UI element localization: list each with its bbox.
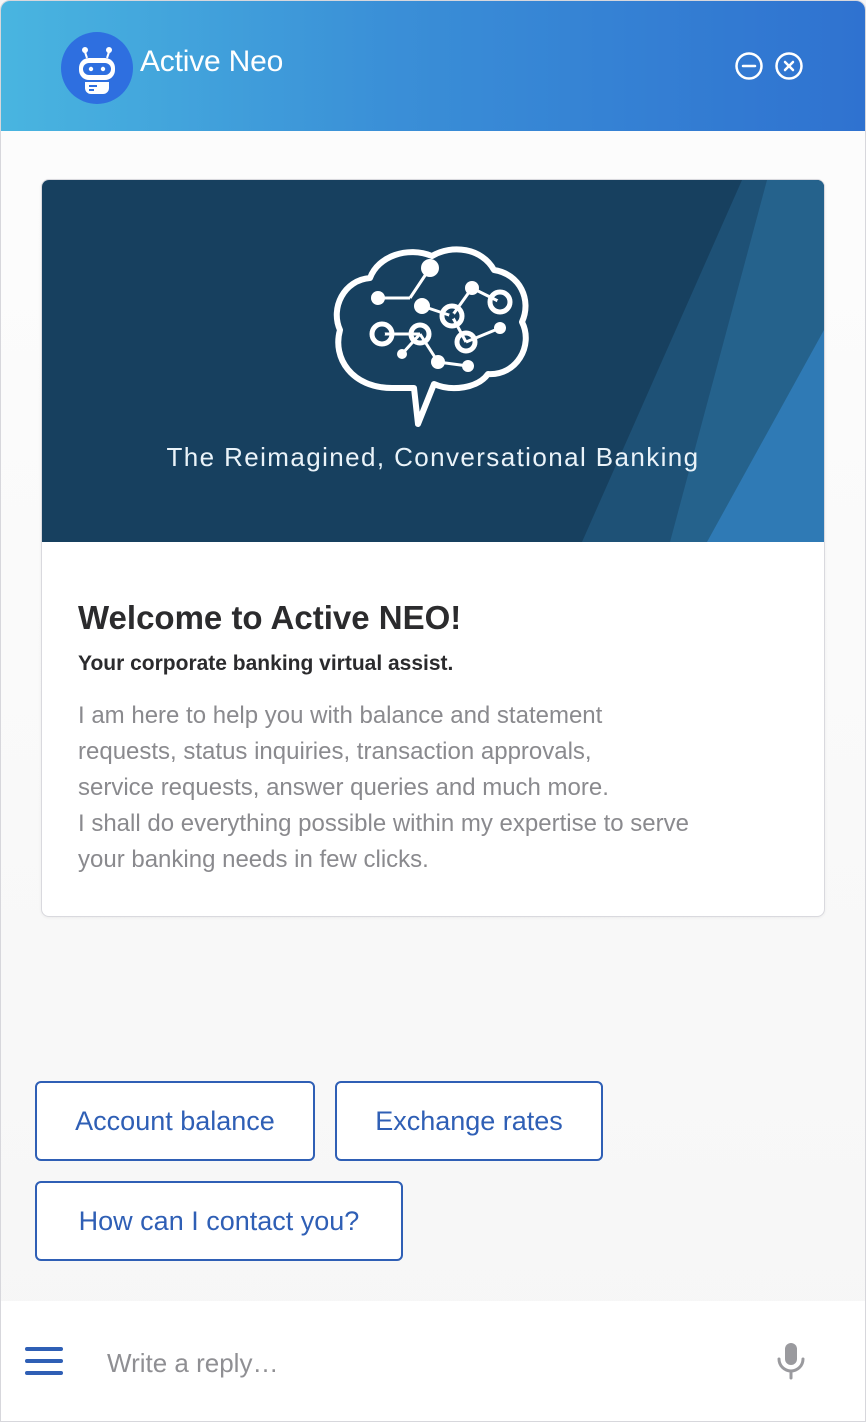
minus-circle-icon — [735, 52, 763, 80]
close-button[interactable] — [774, 51, 804, 81]
quick-reply-contact[interactable]: How can I contact you? — [35, 1181, 403, 1261]
description-line: I am here to help you with balance and s… — [78, 702, 603, 729]
microphone-button[interactable] — [775, 1341, 807, 1381]
reply-composer — [1, 1301, 865, 1421]
welcome-subtitle: Your corporate banking virtual assist. — [78, 652, 454, 675]
welcome-heading: Welcome to Active NEO! — [78, 599, 462, 636]
minimize-button[interactable] — [734, 51, 764, 81]
quick-reply-account-balance[interactable]: Account balance — [35, 1081, 315, 1161]
quick-reply-exchange-rates[interactable]: Exchange rates — [335, 1081, 603, 1161]
reply-input[interactable] — [105, 1339, 729, 1387]
chat-window: Active Neo The Reimagined, Conversationa… — [0, 0, 866, 1422]
app-title: Active Neo — [140, 45, 284, 78]
welcome-description: I am here to help you with balance and s… — [78, 698, 798, 878]
microphone-icon — [777, 1343, 805, 1380]
description-line: requests, status inquiries, transaction … — [78, 738, 592, 765]
close-circle-icon — [775, 52, 803, 80]
welcome-card-body: Welcome to Active NEO! Your corporate ba… — [78, 598, 798, 878]
bot-avatar — [61, 32, 133, 104]
welcome-banner: The Reimagined, Conversational Banking — [42, 180, 824, 542]
banner-tagline: The Reimagined, Conversational Banking — [166, 442, 700, 472]
chat-header: Active Neo — [1, 1, 865, 131]
robot-icon — [79, 47, 115, 94]
menu-button[interactable] — [25, 1345, 65, 1379]
description-line: I shall do everything possible within my… — [78, 810, 689, 837]
welcome-card: The Reimagined, Conversational Banking W… — [41, 179, 825, 917]
description-line: service requests, answer queries and muc… — [78, 774, 609, 801]
description-line: your banking needs in few clicks. — [78, 846, 429, 873]
brain-circuit-icon — [333, 246, 529, 427]
